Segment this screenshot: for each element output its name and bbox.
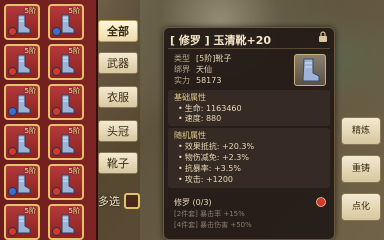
boots-icon — [302, 58, 320, 82]
refine-button[interactable]: 精炼 — [341, 117, 381, 145]
base-stats-section: 基础属性 • 生命: 1163460 • 速度: 880 — [168, 90, 330, 126]
slot-badge-icon — [52, 227, 61, 236]
stat-phys-reduction: • 物伤减免: +2.3% — [178, 153, 249, 162]
tab-crown[interactable]: 头冠 — [98, 120, 138, 142]
inventory-slot[interactable]: 5阶 — [4, 164, 40, 200]
stat-attack: • 攻击: +1200 — [178, 175, 234, 184]
slot-badge-icon — [8, 27, 17, 36]
enlighten-button[interactable]: 点化 — [341, 193, 381, 221]
info-realm: 绑界 天仙 — [174, 65, 212, 74]
slot-badge-icon — [52, 187, 61, 196]
inventory-slot[interactable]: 5阶 — [48, 164, 84, 200]
tab-all[interactable]: 全部 — [98, 20, 138, 42]
set-bonus-4: [4件套] 暴击伤害 +50% — [174, 221, 252, 229]
inventory-slot[interactable]: 5阶 — [4, 84, 40, 120]
tab-clothes[interactable]: 衣服 — [98, 86, 138, 108]
multi-select-label: 多选 — [98, 195, 120, 208]
random-stats-section: 随机属性 • 效果抵抗: +20.3% • 物伤减免: +2.3% • 抗暴率: +3… — [168, 128, 330, 188]
set-title: 修罗 (0/3) — [174, 198, 212, 207]
title-divider — [168, 48, 330, 49]
inventory-slot[interactable]: 5阶 — [4, 44, 40, 80]
inventory-slot[interactable]: 5阶 — [48, 84, 84, 120]
recast-button[interactable]: 重铸 — [341, 155, 381, 183]
base-stats-title: 基础属性 — [174, 93, 206, 102]
random-stats-title: 随机属性 — [174, 131, 206, 140]
multi-select-checkbox[interactable] — [124, 193, 140, 209]
set-gem-icon — [316, 197, 326, 207]
info-type: 类型 [5阶]靴子 — [174, 54, 232, 63]
slot-badge-icon — [52, 107, 61, 116]
stat-anti-crit: • 抗暴率: +3.5% — [178, 164, 241, 173]
slot-badge-icon — [8, 67, 17, 76]
inventory-slot[interactable]: 5阶 — [4, 4, 40, 40]
slot-badge-icon — [8, 227, 17, 236]
item-detail-card: [ 修罗 ] 玉清靴+20 类型 [5阶]靴子 绑界 天仙 实力 58173 基础属性… — [163, 27, 335, 240]
stat-effect-resist: • 效果抵抗: +20.3% — [178, 142, 255, 151]
info-power: 实力 58173 — [174, 76, 222, 85]
inventory-grid: 5阶 5阶 5阶 5阶 5阶 5阶 5阶 5阶 5阶 5阶 5阶 5阶 — [0, 0, 98, 240]
inventory-slot[interactable]: 5阶 — [4, 124, 40, 160]
slot-badge-icon — [52, 147, 61, 156]
item-title: [ 修罗 ] 玉清靴+20 — [170, 34, 272, 47]
item-icon — [294, 54, 326, 86]
tab-boots[interactable]: 靴子 — [98, 152, 138, 174]
inventory-slot[interactable]: 5阶 — [4, 204, 40, 240]
stat-speed: • 速度: 880 — [178, 114, 222, 123]
inventory-slot[interactable]: 5阶 — [48, 4, 84, 40]
lock-icon[interactable] — [318, 31, 328, 43]
tab-weapon[interactable]: 武器 — [98, 52, 138, 74]
slot-badge-icon — [52, 27, 61, 36]
inventory-slot[interactable]: 5阶 — [48, 44, 84, 80]
slot-badge-icon — [8, 107, 17, 116]
slot-badge-icon — [8, 187, 17, 196]
inventory-slot[interactable]: 5阶 — [48, 204, 84, 240]
slot-badge-icon — [52, 67, 61, 76]
inventory-slot[interactable]: 5阶 — [48, 124, 84, 160]
slot-badge-icon — [8, 147, 17, 156]
set-bonus-2: [2件套] 暴击率 +15% — [174, 210, 245, 218]
